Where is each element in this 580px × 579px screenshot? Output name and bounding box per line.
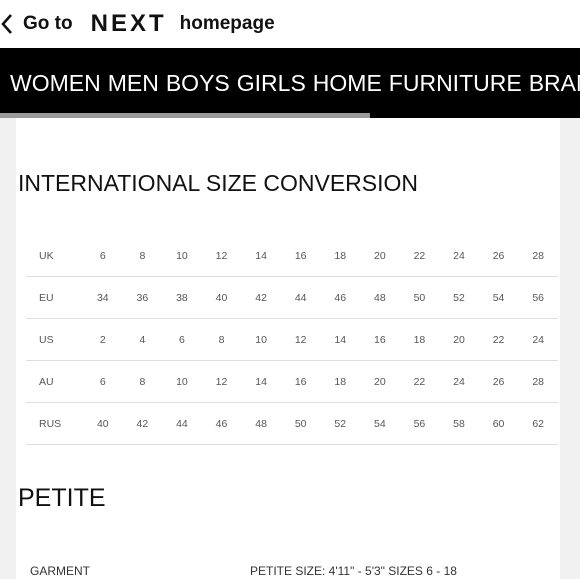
table-cell: 52 [439,276,479,319]
table-cell: 26 [478,235,519,277]
table-cell: 46 [201,402,242,445]
table-row: US 2 4 6 8 10 12 14 16 18 20 22 24 [26,318,558,361]
table-row: EU 34 36 38 40 42 44 46 48 50 52 54 56 [26,276,558,319]
table-cell: 10 [162,360,202,403]
garment-label: GARMENT [30,564,90,578]
nav-item-women[interactable]: WOMEN [10,70,101,97]
table-cell: 8 [201,318,242,361]
top-bar: Go to NEXT homepage [0,0,580,48]
table-cell: 16 [280,235,321,277]
table-cell: 10 [162,235,202,277]
table-row: UK 6 8 10 12 14 16 18 20 22 24 26 28 [26,235,558,277]
chevron-left-icon [0,9,22,39]
table-cell: 6 [83,360,123,403]
size-conversion-title: INTERNATIONAL SIZE CONVERSION [18,170,418,196]
table-cell: 6 [83,235,123,277]
row-label: AU [26,360,83,403]
table-cell: 46 [320,276,361,319]
table-cell: 2 [83,318,123,361]
table-cell: 50 [280,402,321,445]
table-cell: 22 [399,235,440,277]
table-cell: 14 [241,360,281,403]
nav-item-home[interactable]: HOME [313,70,382,97]
table-cell: 44 [162,402,202,445]
row-label: EU [26,276,83,319]
nav-item-boys[interactable]: BOYS [166,70,230,97]
petite-title: PETITE [18,484,106,512]
table-cell: 28 [518,235,558,277]
table-cell: 24 [439,235,479,277]
table-cell: 18 [320,360,361,403]
table-cell: 38 [162,276,202,319]
table-cell: 54 [360,402,400,445]
table-row: RUS 40 42 44 46 48 50 52 54 56 58 60 62 [26,402,558,445]
table-cell: 40 [201,276,242,319]
nav-item-furniture[interactable]: FURNITURE [389,70,522,97]
nav-item-girls[interactable]: GIRLS [237,70,306,97]
table-cell: 6 [162,318,202,361]
table-cell: 16 [360,318,400,361]
table-cell: 16 [280,360,321,403]
table-cell: 50 [399,276,440,319]
row-label: US [26,318,83,361]
table-cell: 34 [83,276,123,319]
content-panel: INTERNATIONAL SIZE CONVERSION UK 6 8 10 12 14… [16,118,560,579]
table-cell: 42 [122,402,163,445]
table-cell: 24 [518,318,558,361]
table-cell: 20 [439,318,479,361]
table-cell: 60 [478,402,519,445]
table-cell: 62 [518,402,558,445]
table-cell: 28 [518,360,558,403]
table-cell: 36 [122,276,163,319]
homepage-label: homepage [179,13,275,34]
petite-size-label: PETITE SIZE: 4'11" - 5'3" SIZES 6 - 18 [250,564,457,578]
table-cell: 24 [439,360,479,403]
table-cell: 8 [122,235,163,277]
table-cell: 12 [280,318,321,361]
table-cell: 14 [241,235,281,277]
size-conversion-table: UK 6 8 10 12 14 16 18 20 22 24 26 28 EU 34 36 38 40 42 44 46… [26,235,558,445]
row-label: RUS [26,402,83,445]
table-cell: 12 [201,360,242,403]
go-to-label: Go to [23,13,73,34]
table-cell: 22 [399,360,440,403]
table-cell: 54 [478,276,519,319]
go-to-homepage-link[interactable]: Go to NEXT homepage [0,0,275,48]
table-cell: 22 [478,318,519,361]
table-cell: 56 [518,276,558,319]
table-cell: 48 [360,276,400,319]
table-cell: 42 [241,276,281,319]
table-cell: 20 [360,360,400,403]
table-cell: 10 [241,318,281,361]
table-cell: 58 [439,402,479,445]
table-cell: 52 [320,402,361,445]
table-cell: 14 [320,318,361,361]
table-cell: 48 [241,402,281,445]
next-logo: NEXT [90,10,167,37]
row-label: UK [26,235,83,277]
table-cell: 18 [320,235,361,277]
table-cell: 26 [478,360,519,403]
table-cell: 20 [360,235,400,277]
table-cell: 12 [201,235,242,277]
table-cell: 4 [122,318,163,361]
nav-item-men[interactable]: MEN [108,70,159,97]
table-cell: 8 [122,360,163,403]
nav-item-brands[interactable]: BRANDS [529,70,580,97]
table-row: AU 6 8 10 12 14 16 18 20 22 24 26 28 [26,360,558,403]
main-navigation: WOMEN MEN BOYS GIRLS HOME FURNITURE BRANDS [0,48,580,118]
table-cell: 44 [280,276,321,319]
table-cell: 40 [83,402,123,445]
table-cell: 56 [399,402,440,445]
table-cell: 18 [399,318,440,361]
